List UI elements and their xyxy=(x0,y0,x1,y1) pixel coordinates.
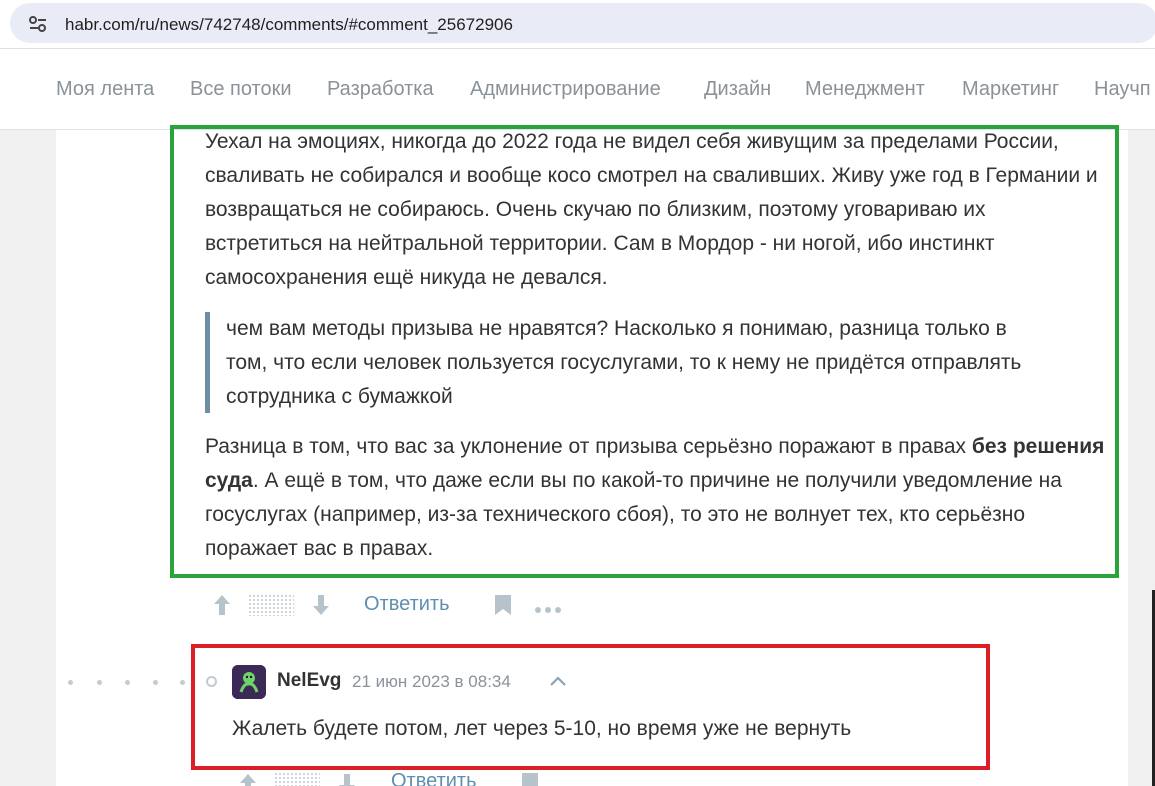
nav-item-all-flows[interactable]: Все потоки xyxy=(190,78,292,101)
reply-comment-text: Жалеть будете потом, лет через 5-10, но … xyxy=(232,717,852,740)
thread-node-icon xyxy=(206,676,217,687)
rating-score xyxy=(274,772,320,786)
avatar-icon[interactable] xyxy=(232,665,266,699)
paragraph-text: Разница в том, что вас за уклонение от п… xyxy=(205,435,972,458)
browser-address-bar: habr.com/ru/news/742748/comments/#commen… xyxy=(0,0,1155,48)
hubs-nav: Моя лента Все потоки Разработка Админист… xyxy=(0,49,1155,130)
arrow-up-icon[interactable] xyxy=(211,593,233,617)
url-text: habr.com/ru/news/742748/comments/#commen… xyxy=(65,15,513,34)
chevron-up-icon[interactable] xyxy=(549,674,567,692)
nav-item-feed[interactable]: Моя лента xyxy=(56,78,154,101)
bookmark-icon[interactable] xyxy=(521,772,539,786)
nav-item-development[interactable]: Разработка xyxy=(327,78,434,101)
bookmark-icon[interactable] xyxy=(494,594,512,621)
nav-item-marketing[interactable]: Маркетинг xyxy=(962,78,1059,101)
nav-item-science[interactable]: Научп xyxy=(1094,78,1151,101)
url-field[interactable]: habr.com/ru/news/742748/comments/#commen… xyxy=(10,3,1155,43)
arrow-down-icon[interactable] xyxy=(310,593,332,617)
rating-score xyxy=(248,594,294,616)
comment-timestamp[interactable]: 21 июн 2023 в 08:34 xyxy=(352,672,511,692)
username[interactable]: NelEvg xyxy=(277,670,341,692)
nav-item-administration[interactable]: Администрирование xyxy=(470,78,661,101)
nav-item-design[interactable]: Дизайн xyxy=(704,78,771,101)
more-icon[interactable] xyxy=(561,780,589,786)
tune-icon[interactable] xyxy=(28,15,48,33)
thread-depth-dots xyxy=(68,680,198,686)
blockquote-bar xyxy=(205,312,210,413)
comment-paragraph: Уехал на эмоциях, никогда до 2022 года н… xyxy=(205,130,1098,289)
arrow-down-icon[interactable] xyxy=(336,772,358,786)
blockquote: чем вам методы призыва не нравятся? Наск… xyxy=(226,317,1022,408)
arrow-up-icon[interactable] xyxy=(237,772,259,786)
paragraph-text: . А ещё в том, что даже если вы по какой… xyxy=(205,469,1062,560)
reply-button[interactable]: Ответить xyxy=(364,593,450,616)
comment-paragraph-2: Разница в том, что вас за уклонение от п… xyxy=(205,430,1110,566)
more-icon[interactable] xyxy=(534,601,562,619)
reply-button[interactable]: Ответить xyxy=(391,770,477,786)
nav-item-management[interactable]: Менеджмент xyxy=(805,78,925,101)
